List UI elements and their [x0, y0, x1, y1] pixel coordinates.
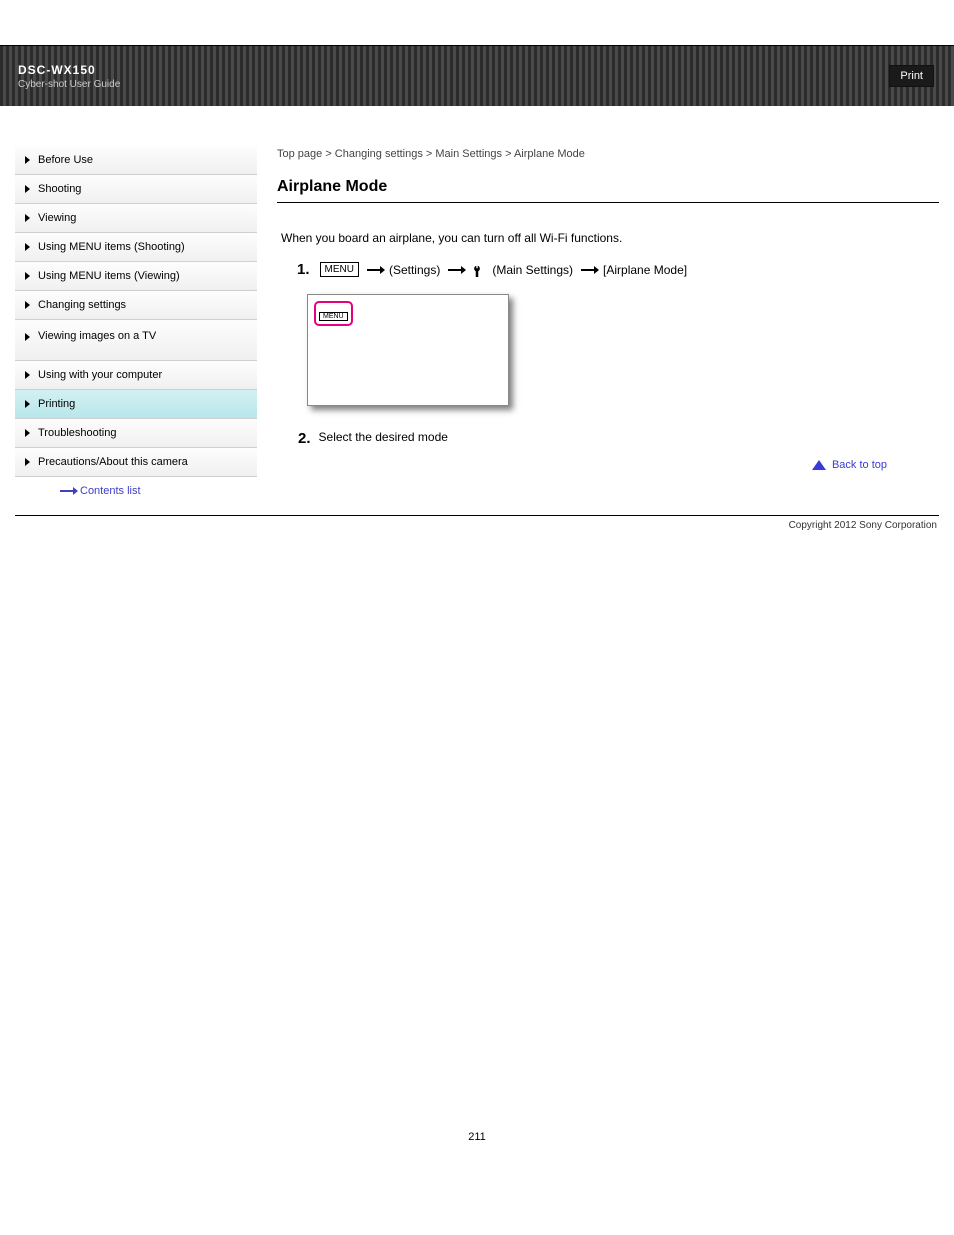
chevron-right-icon	[25, 185, 30, 193]
menu-label-mini: MENU	[319, 312, 348, 321]
wrench-icon	[467, 260, 487, 280]
back-to-top-link[interactable]: Back to top	[832, 459, 887, 471]
arrow-right-icon	[581, 269, 595, 271]
nav-label: Printing	[38, 398, 75, 410]
chevron-right-icon	[25, 156, 30, 164]
back-to-top[interactable]: Back to top	[277, 459, 939, 471]
chevron-right-icon	[25, 371, 30, 379]
contents-list-link[interactable]: Contents list	[15, 477, 257, 497]
sidebar-nav: Before Use Shooting Viewing Using MENU i…	[15, 146, 257, 497]
menu-button-icon: MENU	[320, 262, 359, 277]
nav-label: Precautions/About this camera	[38, 456, 188, 468]
banner: DSC-WX150 Cyber-shot User Guide Print	[0, 46, 954, 106]
nav-troubleshooting[interactable]: Troubleshooting	[15, 419, 257, 448]
section-title: Airplane Mode	[277, 160, 939, 203]
chevron-right-icon	[25, 333, 30, 341]
camera-screenshot: MENU	[307, 294, 509, 406]
nav-menu-shooting[interactable]: Using MENU items (Shooting)	[15, 233, 257, 262]
chevron-right-icon	[25, 400, 30, 408]
step-1: 1. MENU (Settings) (Main Settings) [Airp…	[297, 261, 939, 278]
step-2: 2. Select the desired mode	[297, 430, 939, 447]
nav-viewing[interactable]: Viewing	[15, 204, 257, 233]
chevron-right-icon	[25, 243, 30, 251]
nav-label: Shooting	[38, 183, 81, 195]
chevron-right-icon	[25, 429, 30, 437]
step1-settings-text: (Settings)	[389, 263, 440, 277]
nav-label: Using with your computer	[38, 369, 162, 381]
nav-label: Troubleshooting	[38, 427, 116, 439]
nav-printing[interactable]: Printing	[15, 390, 257, 419]
nav-using-with-computer[interactable]: Using with your computer	[15, 361, 257, 390]
nav-shooting[interactable]: Shooting	[15, 175, 257, 204]
nav-menu-viewing[interactable]: Using MENU items (Viewing)	[15, 262, 257, 291]
contents-list-label: Contents list	[80, 485, 141, 497]
step-number: 2.	[298, 430, 311, 447]
chevron-right-icon	[25, 458, 30, 466]
nav-label: Changing settings	[38, 299, 126, 311]
nav-before-use[interactable]: Before Use	[15, 146, 257, 175]
page-number: 211	[0, 1131, 954, 1143]
step1-main-settings-text: (Main Settings)	[492, 263, 573, 277]
guide-title: Cyber-shot User Guide	[18, 79, 120, 90]
step2-text: Select the desired mode	[319, 430, 448, 447]
intro-text: When you board an airplane, you can turn…	[281, 231, 939, 245]
product-model: DSC-WX150	[18, 63, 120, 77]
content-area: Top page > Changing settings > Main Sett…	[277, 146, 939, 497]
arrow-right-icon	[448, 269, 462, 271]
nav-precautions[interactable]: Precautions/About this camera	[15, 448, 257, 477]
nav-label: Before Use	[38, 154, 93, 166]
nav-label: Using MENU items (Shooting)	[38, 241, 185, 253]
arrow-right-icon	[367, 269, 381, 271]
triangle-up-icon	[812, 460, 826, 470]
breadcrumb: Top page > Changing settings > Main Sett…	[277, 148, 939, 160]
print-button[interactable]: Print	[889, 65, 934, 87]
nav-view-on-tv[interactable]: Viewing images on a TV	[15, 320, 257, 361]
step1-airplane-mode-text: [Airplane Mode]	[603, 263, 687, 277]
chevron-right-icon	[25, 214, 30, 222]
highlight-box: MENU	[314, 301, 353, 326]
copyright-text: Copyright 2012 Sony Corporation	[789, 520, 937, 531]
arrow-right-icon	[60, 490, 74, 492]
nav-label: Using MENU items (Viewing)	[38, 270, 180, 282]
chevron-right-icon	[25, 272, 30, 280]
nav-label: Viewing images on a TV	[38, 330, 156, 342]
nav-label: Viewing	[38, 212, 76, 224]
nav-changing-settings[interactable]: Changing settings	[15, 291, 257, 320]
step-number: 1.	[297, 261, 310, 278]
chevron-right-icon	[25, 301, 30, 309]
